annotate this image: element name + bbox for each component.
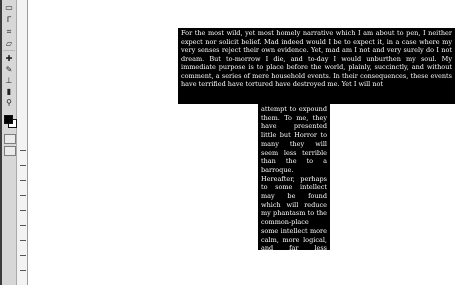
brush-tool-icon[interactable]: ✎: [3, 64, 15, 75]
quick-mask-button[interactable]: [4, 134, 16, 144]
ruler-tick: [20, 180, 26, 181]
tools-palette: ▭ ᒥ ⌗ ▱ ✚ ✎ ⊥ ▮ ⚲: [2, 0, 17, 285]
ruler-tick: [20, 210, 26, 211]
zoom-tool-icon[interactable]: ⚲: [3, 97, 15, 108]
slice-tool-icon[interactable]: ▱: [3, 38, 15, 49]
ruler-tick: [20, 195, 26, 196]
vertical-ruler: [17, 0, 28, 285]
clone-stamp-icon[interactable]: ⊥: [3, 75, 15, 86]
screen-mode-button[interactable]: [4, 146, 16, 156]
ruler-tick: [20, 270, 26, 271]
foreground-color-swatch[interactable]: [4, 115, 13, 124]
crop-tool-icon[interactable]: ⌗: [3, 26, 15, 37]
text-block-stem[interactable]: attempt to expound them. To me, they hav…: [258, 104, 330, 250]
text-block-top[interactable]: For the most wild, yet most homely narra…: [178, 28, 455, 104]
lasso-tool-icon[interactable]: ᒥ: [3, 14, 15, 25]
healing-brush-icon[interactable]: ✚: [3, 53, 15, 64]
ruler-tick: [20, 225, 26, 226]
ruler-tick: [20, 240, 26, 241]
ruler-tick: [20, 165, 26, 166]
tools-separator: [3, 50, 15, 51]
ruler-tick: [20, 255, 26, 256]
ruler-tick: [20, 150, 26, 151]
marquee-tool-icon[interactable]: ▭: [3, 2, 15, 13]
eraser-tool-icon[interactable]: ▮: [3, 86, 15, 97]
